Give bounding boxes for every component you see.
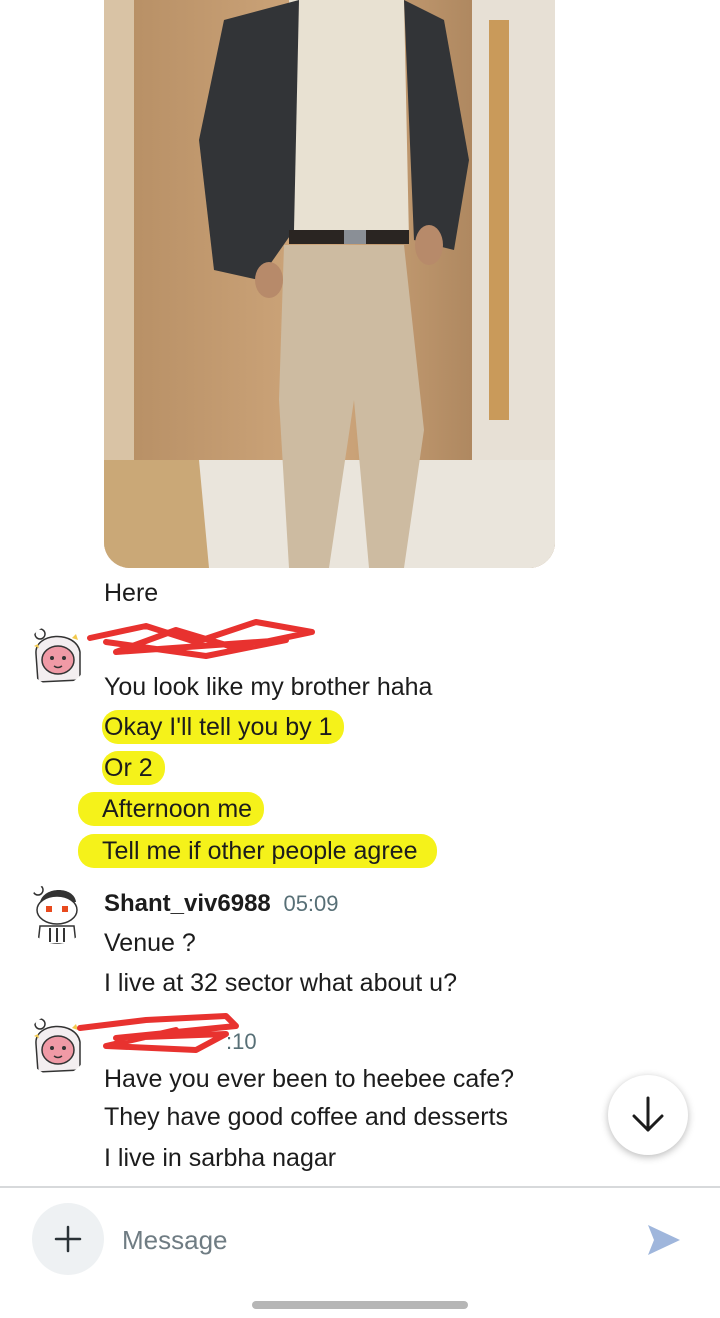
message-text: Venue ? <box>104 929 196 957</box>
message-meta <box>104 632 110 660</box>
message-meta: Shant_viv6988 05:09 <box>104 890 339 918</box>
avatar[interactable] <box>26 1014 88 1076</box>
avatar[interactable] <box>26 882 88 944</box>
photo-image <box>104 0 555 568</box>
shared-photo[interactable] <box>104 0 555 568</box>
message-text-highlighted: Afternoon me <box>78 792 265 826</box>
redaction-scribble <box>87 619 315 659</box>
home-indicator[interactable] <box>252 1301 468 1309</box>
message-text: They have good coffee and desserts <box>104 1103 508 1131</box>
message-text: I live at 32 sector what about u? <box>104 969 457 997</box>
arrow-down-icon <box>632 1096 664 1132</box>
send-icon <box>648 1225 680 1255</box>
timestamp: :10 <box>226 1029 257 1054</box>
photo-caption: Here <box>104 579 159 607</box>
avatar[interactable] <box>26 624 88 686</box>
message-composer <box>0 1188 720 1318</box>
message-text: I live in sarbha nagar <box>104 1144 337 1172</box>
message-text: You look like my brother haha <box>104 673 433 701</box>
add-attachment-button[interactable] <box>32 1203 104 1275</box>
message-input[interactable] <box>122 1218 622 1262</box>
redaction-scribble <box>77 1013 239 1053</box>
username[interactable]: Shant_viv6988 <box>104 890 271 917</box>
message-meta: :10 <box>226 1028 257 1056</box>
message-text-highlighted: Tell me if other people agree <box>78 834 438 868</box>
message-text-highlighted: Or 2 <box>102 751 165 785</box>
message-text-highlighted: Okay I'll tell you by 1 <box>102 710 345 744</box>
send-button[interactable] <box>640 1216 688 1264</box>
timestamp: 05:09 <box>283 891 339 916</box>
plus-icon <box>54 1225 82 1253</box>
scroll-to-bottom-button[interactable] <box>608 1075 688 1155</box>
message-text: Have you ever been to heebee cafe? <box>104 1065 515 1093</box>
chat-messages-area[interactable]: Here You look like my brother haha Okay … <box>0 0 720 1186</box>
